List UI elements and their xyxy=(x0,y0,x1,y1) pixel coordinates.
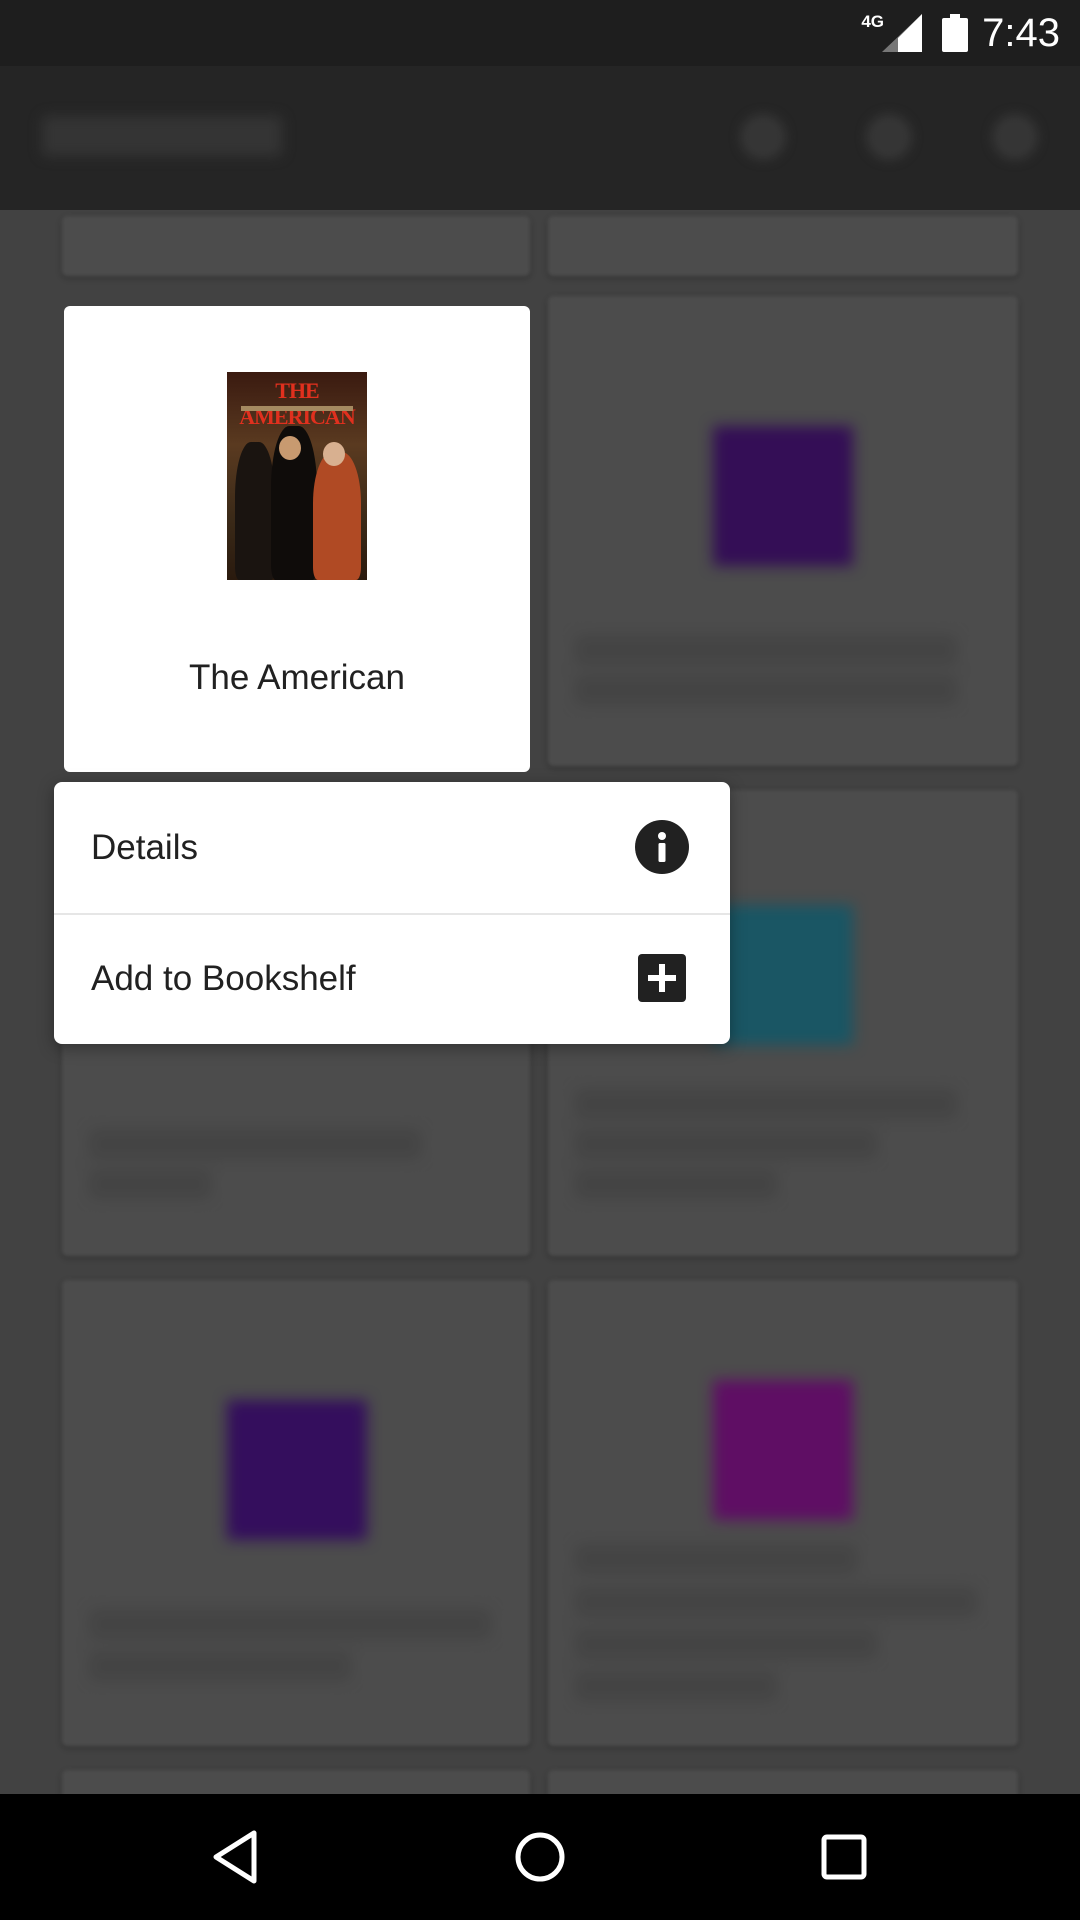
book-title: The American xyxy=(189,658,405,697)
book-context-menu: Details Add to Bookshelf xyxy=(54,782,730,1044)
add-box-icon xyxy=(638,954,686,1002)
book-cover-image: THE AMERICAN xyxy=(227,372,367,580)
book-cover-title: THE AMERICAN xyxy=(239,378,355,429)
menu-item-details[interactable]: Details xyxy=(54,782,730,913)
menu-item-add-to-bookshelf[interactable]: Add to Bookshelf xyxy=(54,913,730,1044)
menu-item-label: Add to Bookshelf xyxy=(91,959,356,998)
network-type: 4G xyxy=(861,12,884,31)
clock: 7:43 xyxy=(982,11,1060,55)
home-icon[interactable] xyxy=(510,1827,570,1887)
battery-icon xyxy=(942,14,968,52)
signal-icon xyxy=(882,14,922,52)
menu-item-label: Details xyxy=(91,828,198,867)
back-icon[interactable] xyxy=(206,1827,266,1887)
status-bar: 4G 7:43 xyxy=(0,0,1080,66)
selected-book-card: THE AMERICAN The American xyxy=(64,306,530,772)
system-nav-bar xyxy=(0,1794,1080,1920)
recents-icon[interactable] xyxy=(814,1827,874,1887)
info-icon xyxy=(635,820,689,874)
